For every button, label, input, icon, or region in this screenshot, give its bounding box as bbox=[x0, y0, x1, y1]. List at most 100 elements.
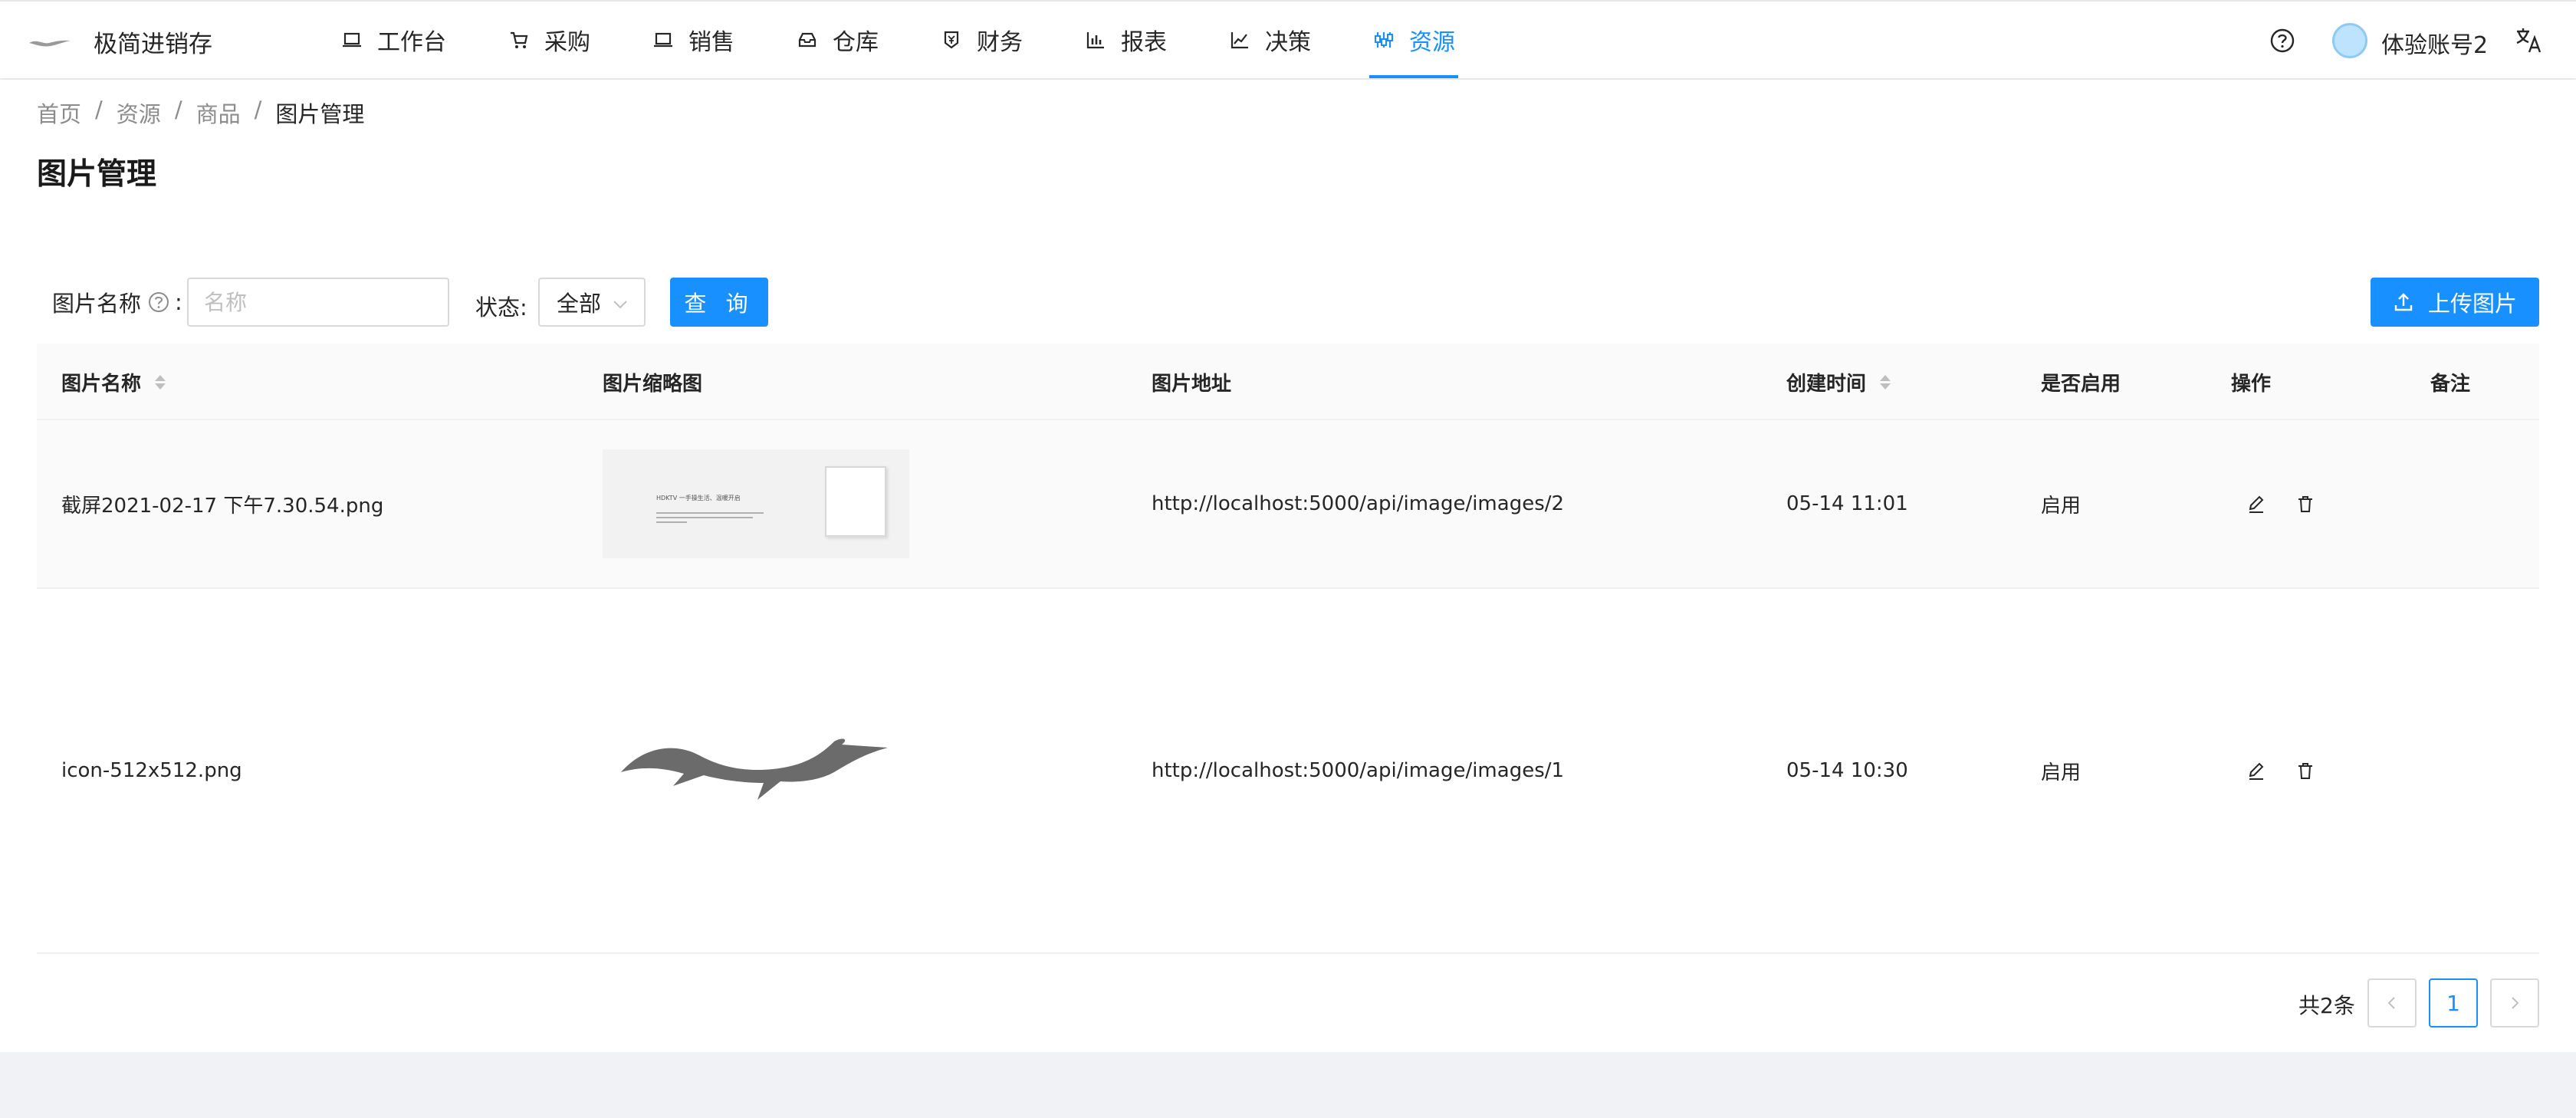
table-row: icon-512x512.png http://localhost:5000/a… bbox=[37, 589, 2539, 954]
column-header-enabled: 是否启用 bbox=[2041, 344, 2121, 420]
column-header-label: 是否启用 bbox=[2041, 372, 2121, 396]
bar-chart-icon bbox=[1084, 28, 1107, 51]
sort-icon[interactable] bbox=[155, 374, 166, 390]
wing-logo-icon bbox=[29, 40, 71, 47]
page-title: 图片管理 bbox=[37, 157, 157, 192]
cell-image-name: 截屏2021-02-17 下午7.30.54.png bbox=[61, 494, 384, 518]
column-header-thumbnail: 图片缩略图 bbox=[603, 344, 702, 420]
breadcrumb: 首页 / 资源 / 商品 / 图片管理 bbox=[37, 97, 364, 129]
user-name[interactable]: 体验账号2 bbox=[2381, 26, 2488, 60]
breadcrumb-item-resources[interactable]: 资源 bbox=[117, 97, 161, 129]
next-page-button[interactable] bbox=[2490, 978, 2539, 1028]
name-filter-label: 图片名称 : bbox=[52, 286, 182, 318]
translate-icon[interactable] bbox=[2515, 26, 2544, 55]
column-header-label: 图片地址 bbox=[1152, 372, 1232, 396]
edit-icon[interactable] bbox=[2246, 494, 2266, 514]
money-collect-icon bbox=[940, 28, 963, 51]
upload-button-label: 上传图片 bbox=[2427, 291, 2517, 317]
nav-label: 资源 bbox=[1409, 29, 1455, 56]
column-header-label: 图片名称 bbox=[61, 372, 142, 396]
cell-actions bbox=[2246, 420, 2344, 587]
column-header-actions: 操作 bbox=[2231, 344, 2271, 420]
name-filter-label-text: 图片名称 bbox=[52, 291, 142, 317]
avatar[interactable] bbox=[2332, 23, 2367, 58]
page-content: 首页 / 资源 / 商品 / 图片管理 图片管理 图片名称 : 状态: 全部 查… bbox=[0, 80, 2576, 1052]
status-filter-label: 状态: bbox=[475, 294, 527, 321]
column-header-created[interactable]: 创建时间 bbox=[1786, 344, 1891, 420]
breadcrumb-separator: / bbox=[174, 97, 182, 123]
column-header-label: 创建时间 bbox=[1786, 372, 1867, 396]
images-table: 图片名称 图片缩略图 图片地址 创建时间 是否启用 操作 备注 截屏2021-0… bbox=[37, 344, 2539, 954]
table-header: 图片名称 图片缩略图 图片地址 创建时间 是否启用 操作 备注 bbox=[37, 344, 2539, 420]
inbox-icon bbox=[796, 28, 819, 51]
column-header-label: 图片缩略图 bbox=[603, 372, 703, 396]
wing-logo-icon[interactable] bbox=[619, 732, 895, 809]
label-colon: : bbox=[175, 289, 182, 315]
image-thumbnail[interactable]: HDKTV 一手操生活、温暖开启 bbox=[603, 449, 909, 558]
cell-actions bbox=[2246, 589, 2344, 952]
nav-label: 采购 bbox=[544, 29, 590, 56]
query-button[interactable]: 查 询 bbox=[670, 278, 768, 327]
nav-item-purchase[interactable]: 采购 bbox=[504, 2, 593, 78]
question-circle-icon[interactable] bbox=[147, 291, 170, 314]
nav-label: 财务 bbox=[977, 29, 1023, 56]
nav-item-resources[interactable]: 资源 bbox=[1369, 2, 1458, 78]
breadcrumb-item-goods[interactable]: 商品 bbox=[196, 97, 241, 129]
upload-icon bbox=[2394, 293, 2413, 311]
cell-enabled: 启用 bbox=[2041, 494, 2082, 518]
cell-image-name: icon-512x512.png bbox=[61, 759, 242, 782]
table-row: 截屏2021-02-17 下午7.30.54.png HDKTV 一手操生活、温… bbox=[37, 420, 2539, 589]
chevron-down-icon bbox=[613, 301, 627, 309]
cell-image-url: http://localhost:5000/api/image/images/1 bbox=[1152, 759, 1565, 782]
switch-panel-image bbox=[825, 466, 886, 537]
cell-thumbnail[interactable]: HDKTV 一手操生活、温暖开启 bbox=[603, 420, 909, 587]
total-count: 共2条 bbox=[2298, 993, 2355, 1018]
thumbnail-caption: HDKTV 一手操生活、温暖开启 bbox=[656, 495, 741, 501]
nav-item-finance[interactable]: 财务 bbox=[937, 2, 1026, 78]
breadcrumb-separator: / bbox=[95, 97, 103, 123]
delete-icon[interactable] bbox=[2295, 761, 2315, 781]
chevron-right-icon bbox=[2512, 997, 2519, 1009]
sliders-icon bbox=[1372, 28, 1395, 51]
question-circle-icon[interactable] bbox=[2269, 28, 2295, 54]
delete-icon[interactable] bbox=[2295, 494, 2315, 514]
pagination: 共2条 1 bbox=[0, 978, 2576, 1029]
line-chart-icon bbox=[1228, 28, 1251, 51]
chevron-left-icon bbox=[2387, 997, 2395, 1009]
column-header-name[interactable]: 图片名称 bbox=[61, 344, 166, 420]
cell-created-time: 05-14 11:01 bbox=[1786, 492, 1908, 515]
nav-item-reports[interactable]: 报表 bbox=[1081, 2, 1170, 78]
cart-icon bbox=[508, 28, 531, 51]
nav-item-warehouse[interactable]: 仓库 bbox=[793, 2, 882, 78]
prev-page-button[interactable] bbox=[2367, 978, 2417, 1028]
page-number-button[interactable]: 1 bbox=[2429, 978, 2478, 1028]
cell-thumbnail[interactable] bbox=[619, 589, 895, 952]
page-footer-background bbox=[0, 1052, 2576, 1118]
nav-item-sales[interactable]: 销售 bbox=[649, 2, 738, 78]
breadcrumb-current: 图片管理 bbox=[275, 101, 365, 127]
nav-label: 仓库 bbox=[833, 29, 879, 56]
sort-icon[interactable] bbox=[1880, 374, 1891, 390]
breadcrumb-item-home[interactable]: 首页 bbox=[37, 97, 81, 129]
nav-label: 决策 bbox=[1265, 29, 1311, 56]
column-header-label: 备注 bbox=[2430, 372, 2471, 396]
main-nav: 工作台 采购 销售 仓库 财务 报表 决策 资源 bbox=[337, 2, 1513, 78]
nav-label: 报表 bbox=[1121, 29, 1167, 56]
nav-item-decision[interactable]: 决策 bbox=[1225, 2, 1314, 78]
breadcrumb-separator: / bbox=[254, 97, 262, 123]
filter-form: 图片名称 : 状态: 全部 查 询 bbox=[52, 278, 768, 327]
app-logo[interactable]: 极简进销存 bbox=[28, 26, 212, 58]
name-search-input[interactable] bbox=[187, 278, 449, 327]
nav-item-workbench[interactable]: 工作台 bbox=[337, 2, 449, 78]
cell-image-url: http://localhost:5000/api/image/images/2 bbox=[1152, 492, 1565, 515]
laptop-icon bbox=[340, 28, 363, 51]
app-title: 极简进销存 bbox=[94, 30, 212, 58]
laptop-icon bbox=[652, 28, 675, 51]
cell-created-time: 05-14 10:30 bbox=[1786, 759, 1908, 782]
status-select[interactable]: 全部 bbox=[538, 278, 646, 327]
status-select-value: 全部 bbox=[557, 291, 602, 317]
column-header-url: 图片地址 bbox=[1152, 344, 1231, 420]
edit-icon[interactable] bbox=[2246, 761, 2266, 781]
upload-image-button[interactable]: 上传图片 bbox=[2371, 278, 2539, 327]
top-header: 极简进销存 工作台 采购 销售 仓库 财务 报表 决策 资源 体验账号2 bbox=[0, 0, 2576, 78]
